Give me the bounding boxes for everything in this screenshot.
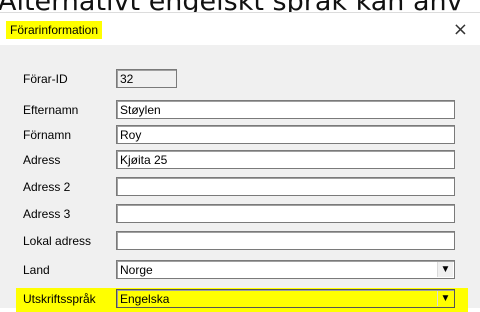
row-country: Land Norge ▼ (0, 260, 480, 281)
title-bar: Förarinformation × (0, 13, 480, 45)
country-select[interactable]: Norge ▼ (116, 260, 455, 279)
row-address-3: Adress 3 (0, 204, 480, 225)
address-field[interactable]: Kjøita 25 (116, 150, 455, 169)
country-select-value: Norge (120, 263, 153, 277)
address-3-field[interactable] (116, 204, 455, 223)
chevron-down-icon[interactable]: ▼ (437, 262, 453, 277)
row-local-address: Lokal adress (0, 231, 480, 252)
address-label: Adress (23, 153, 61, 167)
last-name-field[interactable]: Støylen (116, 100, 455, 119)
driver-info-dialog: Förarinformation × Förar-ID 32 Efternamn… (0, 12, 480, 312)
first-name-field[interactable]: Roy (116, 125, 455, 144)
row-first-name: Förnamn Roy (0, 125, 480, 146)
print-language-select[interactable]: Engelska ▼ (116, 289, 455, 308)
first-name-label: Förnamn (23, 128, 72, 142)
address-2-field[interactable] (116, 177, 455, 196)
address-2-label: Adress 2 (23, 180, 71, 194)
row-driver-id: Förar-ID 32 (0, 69, 480, 90)
chevron-down-icon[interactable]: ▼ (437, 291, 453, 306)
local-address-field[interactable] (116, 231, 455, 250)
last-name-label: Efternamn (23, 103, 79, 117)
close-icon[interactable]: × (453, 19, 468, 40)
print-language-label: Utskriftsspråk (23, 292, 96, 306)
row-address-2: Adress 2 (0, 177, 480, 198)
dialog-title: Förarinformation (6, 21, 103, 39)
local-address-label: Lokal adress (23, 234, 92, 248)
address-3-label: Adress 3 (23, 207, 71, 221)
row-address: Adress Kjøita 25 (0, 150, 480, 171)
row-last-name: Efternamn Støylen (0, 100, 480, 121)
driver-id-field: 32 (116, 69, 177, 88)
print-language-select-value: Engelska (120, 292, 170, 306)
country-label: Land (23, 263, 50, 277)
driver-id-label: Förar-ID (23, 72, 68, 86)
